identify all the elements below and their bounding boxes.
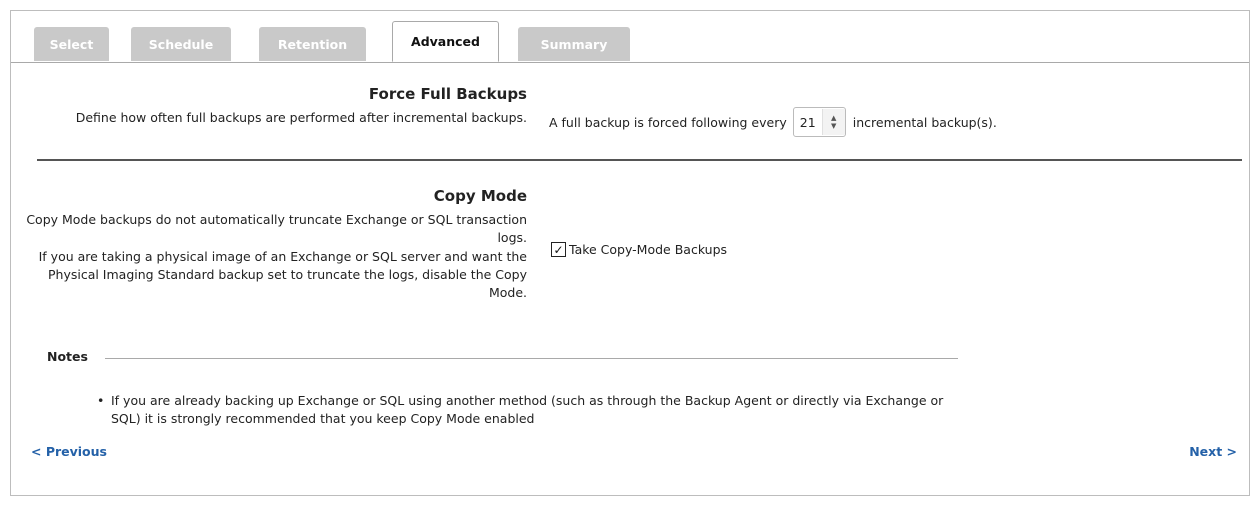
tab-retention[interactable]: Retention: [259, 27, 366, 61]
copy-mode-checkbox[interactable]: ✓: [551, 242, 566, 257]
tab-bar: Select Schedule Retention Advanced Summa…: [11, 11, 1249, 63]
notes-divider: [105, 358, 958, 359]
section-divider: [37, 159, 1242, 161]
force-full-suffix: incremental backup(s).: [852, 114, 997, 130]
previous-link[interactable]: < Previous: [31, 444, 107, 459]
force-full-title: Force Full Backups: [368, 85, 527, 103]
spinner-down-icon[interactable]: ▼: [831, 122, 836, 130]
full-backup-interval-stepper[interactable]: ▲ ▼: [792, 107, 846, 137]
spinner-buttons[interactable]: ▲ ▼: [821, 109, 845, 135]
note-text: If you are already backing up Exchange o…: [111, 393, 944, 426]
copy-mode-setting[interactable]: ✓ Take Copy-Mode Backups: [551, 242, 727, 257]
force-full-setting: A full backup is forced following every …: [549, 107, 997, 137]
tab-summary[interactable]: Summary: [518, 27, 630, 61]
note-item: • If you are already backing up Exchange…: [97, 392, 977, 428]
copy-mode-title: Copy Mode: [433, 187, 527, 205]
tab-select[interactable]: Select: [34, 27, 109, 61]
spinner-up-icon[interactable]: ▲: [831, 114, 836, 122]
next-link[interactable]: Next >: [1189, 444, 1237, 459]
force-full-description: Define how often full backups are perfor…: [75, 110, 527, 125]
bullet-icon: •: [97, 393, 105, 408]
checkmark-icon: ✓: [553, 242, 564, 257]
copy-mode-checkbox-label[interactable]: Take Copy-Mode Backups: [569, 242, 727, 257]
tab-schedule[interactable]: Schedule: [131, 27, 231, 61]
tab-advanced[interactable]: Advanced: [392, 21, 499, 62]
copy-mode-description: Copy Mode backups do not automatically t…: [26, 212, 527, 245]
notes-heading: Notes: [47, 349, 88, 364]
wizard-panel: Select Schedule Retention Advanced Summa…: [10, 10, 1250, 496]
full-backup-interval-input[interactable]: [793, 114, 822, 130]
copy-mode-instructions: If you are taking a physical image of an…: [38, 249, 527, 300]
force-full-prefix: A full backup is forced following every: [549, 114, 787, 130]
